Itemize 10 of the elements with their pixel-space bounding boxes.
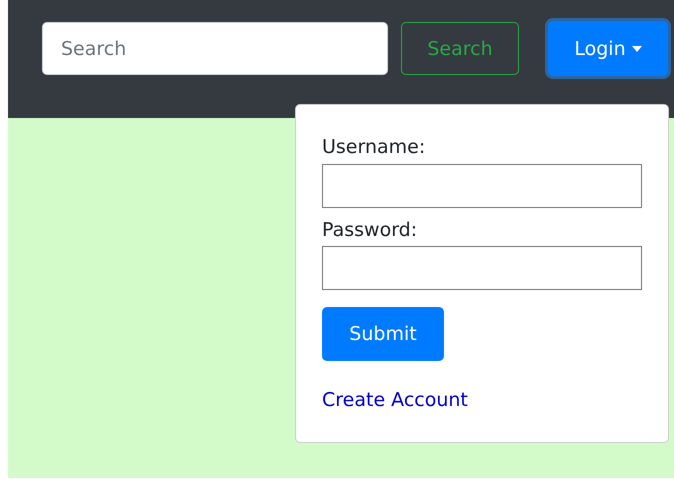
search-field[interactable]: Search [42,22,388,75]
submit-button[interactable]: Submit [322,307,444,362]
login-button[interactable]: Login [548,21,668,76]
username-field[interactable] [322,164,642,208]
username-label: Username: [322,135,426,160]
create-account-link[interactable]: Create Account [322,389,468,412]
search-button[interactable]: Search [401,22,519,75]
caret-icon [632,46,642,52]
password-field[interactable] [322,246,642,290]
password-label: Password: [322,218,418,242]
